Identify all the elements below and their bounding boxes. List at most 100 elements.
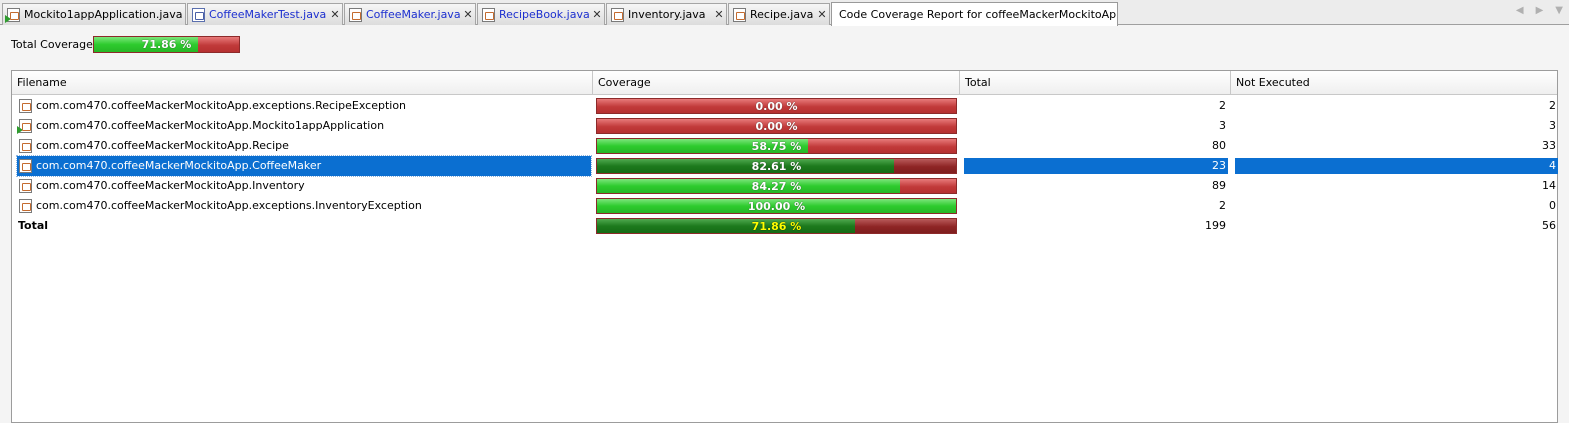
tab-navigation: ◀ ▶ ▼ xyxy=(1516,5,1563,16)
close-icon[interactable]: ✕ xyxy=(712,8,726,21)
scroll-left-icon[interactable]: ◀ xyxy=(1516,5,1524,16)
coverage-percent: 71.86 % xyxy=(751,220,802,233)
column-header-filename[interactable]: Filename xyxy=(12,71,593,95)
filename-cell[interactable]: com.com470.coffeeMackerMockitoApp.except… xyxy=(17,96,591,116)
coverage-bar: 100.00 % xyxy=(596,198,957,214)
coverage-percent: 71.86 % xyxy=(141,38,192,51)
close-icon[interactable]: ✕ xyxy=(328,8,342,21)
editor-tab-strip: Mockito1appApplication.java ✕ CoffeeMake… xyxy=(0,0,1569,26)
coverage-cell: 84.27 % xyxy=(596,176,959,196)
coverage-bar: 0.00 % xyxy=(596,118,957,134)
total-coverage-label: Total Coverage: xyxy=(11,38,97,51)
tab-label: Code Coverage Report for coffeeMackerMoc… xyxy=(839,8,1118,21)
table-row[interactable]: com.com470.coffeeMackerMockitoApp.Recipe… xyxy=(12,136,1557,156)
not-executed-cell: 4 xyxy=(1235,158,1558,174)
column-header-coverage[interactable]: Coverage xyxy=(593,71,960,95)
close-icon[interactable]: ✕ xyxy=(815,8,829,21)
close-icon[interactable]: ✕ xyxy=(182,8,186,21)
tab-label: Inventory.java xyxy=(628,8,706,21)
java-class-icon xyxy=(17,119,32,134)
filename-text: com.com470.coffeeMackerMockitoApp.except… xyxy=(36,199,422,212)
java-test-file-icon xyxy=(192,7,205,22)
tab-coffeemakertest[interactable]: CoffeeMakerTest.java ✕ xyxy=(187,3,343,25)
not-executed-cell: 0 xyxy=(1549,199,1556,212)
java-class-icon xyxy=(19,179,32,193)
tab-label: Recipe.java xyxy=(750,8,814,21)
table-row[interactable]: com.com470.coffeeMackerMockitoApp.Coffee… xyxy=(12,155,1558,177)
filename-cell[interactable]: com.com470.coffeeMackerMockitoApp.Coffee… xyxy=(16,155,592,177)
table-row[interactable]: com.com470.coffeeMackerMockitoApp.Invent… xyxy=(12,176,1557,196)
filename-cell[interactable]: com.com470.coffeeMackerMockitoApp.Invent… xyxy=(17,176,591,196)
filename-text: com.com470.coffeeMackerMockitoApp.Coffee… xyxy=(36,159,322,172)
close-icon[interactable]: ✕ xyxy=(461,8,475,21)
coverage-cell: 82.61 % xyxy=(596,156,959,176)
coverage-percent: 0.00 % xyxy=(755,100,798,113)
filename-text: com.com470.coffeeMackerMockitoApp.Invent… xyxy=(36,179,305,192)
filename-text: com.com470.coffeeMackerMockitoApp.except… xyxy=(36,99,407,112)
not-executed-cell: 33 xyxy=(1542,139,1556,152)
coverage-cell: 58.75 % xyxy=(596,136,959,156)
not-executed-cell: 2 xyxy=(1549,99,1556,112)
coverage-percent: 100.00 % xyxy=(747,200,806,213)
java-file-icon xyxy=(482,7,495,22)
coverage-bar: 58.75 % xyxy=(596,138,957,154)
total-cell: 80 xyxy=(1212,139,1226,152)
coverage-bar: 82.61 % xyxy=(596,158,957,174)
tab-code-coverage-report[interactable]: Code Coverage Report for coffeeMackerMoc… xyxy=(831,2,1118,26)
filename-cell[interactable]: com.com470.coffeeMackerMockitoApp.except… xyxy=(17,196,591,216)
filename-cell[interactable]: com.com470.coffeeMackerMockitoApp.Mockit… xyxy=(17,116,591,136)
total-row-label: Total xyxy=(18,219,49,232)
java-class-icon xyxy=(19,199,32,213)
filename-text: com.com470.coffeeMackerMockitoApp.Mockit… xyxy=(36,119,385,132)
tab-label: CoffeeMaker.java xyxy=(366,8,461,21)
java-file-icon xyxy=(733,7,746,22)
filename-text: com.com470.coffeeMackerMockitoApp.Recipe xyxy=(36,139,289,152)
total-cell: 199 xyxy=(1205,219,1226,232)
table-header: Filename Coverage Total Not Executed xyxy=(12,71,1557,95)
tab-mockito1appapplication[interactable]: Mockito1appApplication.java ✕ xyxy=(2,3,186,25)
total-cell: 2 xyxy=(1219,199,1226,212)
total-row[interactable]: Total 71.86 % 199 56 xyxy=(12,216,1557,236)
tab-list-dropdown-icon[interactable]: ▼ xyxy=(1555,5,1563,16)
coverage-percent: 82.61 % xyxy=(751,160,802,173)
table-row[interactable]: com.com470.coffeeMackerMockitoApp.except… xyxy=(12,196,1557,216)
not-executed-cell: 3 xyxy=(1549,119,1556,132)
tab-coffeemaker[interactable]: CoffeeMaker.java ✕ xyxy=(344,3,476,25)
column-header-not-executed[interactable]: Not Executed xyxy=(1231,71,1557,95)
tab-label: RecipeBook.java xyxy=(499,8,590,21)
total-cell: 3 xyxy=(1219,119,1226,132)
total-cell: 89 xyxy=(1212,179,1226,192)
scroll-right-icon[interactable]: ▶ xyxy=(1536,5,1544,16)
tab-recipe[interactable]: Recipe.java ✕ xyxy=(728,3,830,25)
coverage-bar: 84.27 % xyxy=(596,178,957,194)
coverage-percent: 84.27 % xyxy=(751,180,802,193)
total-cell: 23 xyxy=(964,158,1228,174)
coverage-cell: 71.86 % xyxy=(596,216,959,236)
java-run-file-icon xyxy=(5,7,20,23)
close-icon[interactable]: ✕ xyxy=(590,8,604,21)
coverage-cell: 100.00 % xyxy=(596,196,959,216)
column-header-total[interactable]: Total xyxy=(960,71,1231,95)
total-coverage-bar: 71.86 % xyxy=(93,36,240,53)
not-executed-cell: 56 xyxy=(1542,219,1556,232)
coverage-table: Filename Coverage Total Not Executed com… xyxy=(11,70,1558,423)
java-class-icon xyxy=(19,159,32,173)
total-cell: 2 xyxy=(1219,99,1226,112)
tab-label: Mockito1appApplication.java xyxy=(24,8,183,21)
coverage-cell: 0.00 % xyxy=(596,96,959,116)
tab-inventory[interactable]: Inventory.java ✕ xyxy=(606,3,727,25)
coverage-bar: 0.00 % xyxy=(596,98,957,114)
java-file-icon xyxy=(611,7,624,22)
java-file-icon xyxy=(349,7,362,22)
coverage-bar: 71.86 % xyxy=(596,218,957,234)
filename-cell[interactable]: com.com470.coffeeMackerMockitoApp.Recipe xyxy=(17,136,591,156)
tab-recipebook[interactable]: RecipeBook.java ✕ xyxy=(477,3,605,25)
coverage-percent: 0.00 % xyxy=(755,120,798,133)
not-executed-cell: 14 xyxy=(1542,179,1556,192)
tab-label: CoffeeMakerTest.java xyxy=(209,8,327,21)
java-class-icon xyxy=(19,139,32,153)
java-class-icon xyxy=(19,99,32,113)
coverage-cell: 0.00 % xyxy=(596,116,959,136)
table-row[interactable]: com.com470.coffeeMackerMockitoApp.Mockit… xyxy=(12,116,1557,136)
table-row[interactable]: com.com470.coffeeMackerMockitoApp.except… xyxy=(12,96,1557,116)
